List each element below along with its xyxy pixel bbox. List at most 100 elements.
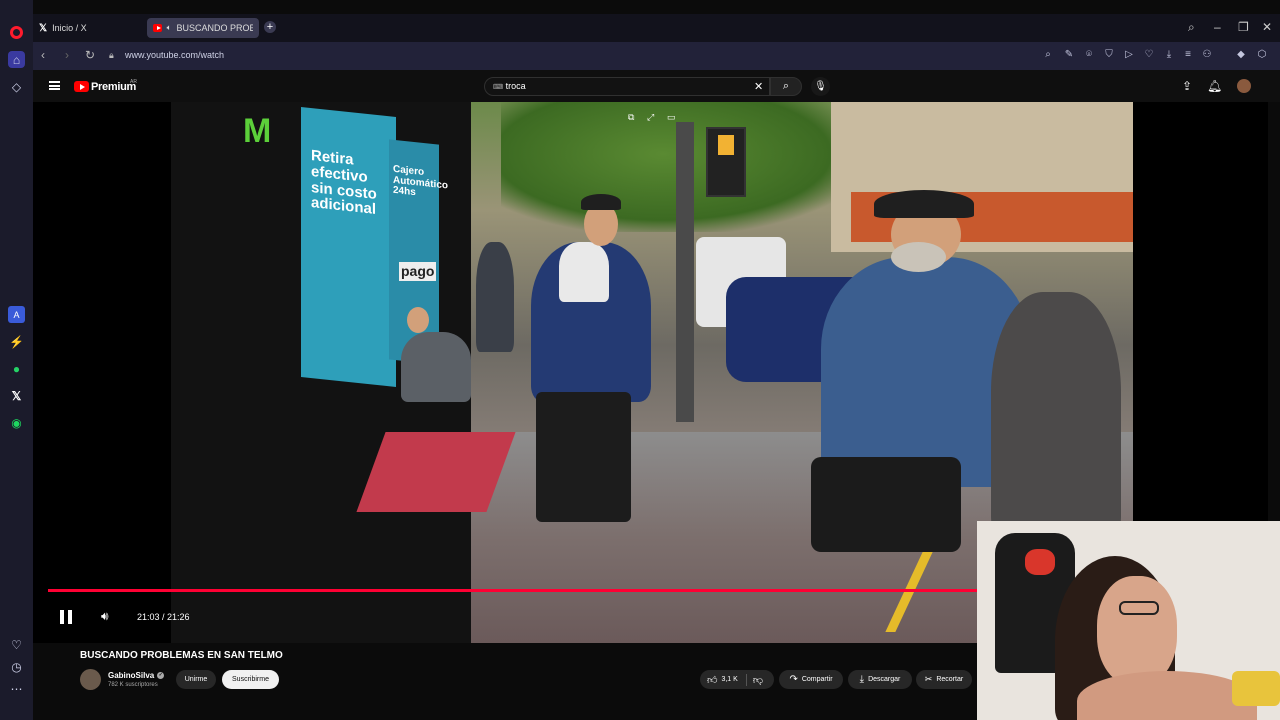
play-icon[interactable]: ▷ — [1123, 49, 1135, 61]
traffic-pole — [676, 122, 694, 422]
download-label: Descargar — [868, 676, 901, 683]
share-label: Compartir — [801, 676, 833, 683]
youtube-header: Premium AR ⌨ troca ✕ ⌕ 🎙︎ ⇪ 🔔︎ — [33, 70, 1280, 102]
download-button[interactable]: ⤓ Descargar — [848, 670, 912, 689]
man-background — [476, 242, 514, 352]
back-icon[interactable]: ‹ — [41, 48, 45, 62]
aria-icon[interactable]: A — [8, 306, 25, 323]
subscribe-button[interactable]: Suscribirme — [222, 670, 279, 689]
towel — [559, 242, 609, 302]
tab-x[interactable]: 𝕏 Inicio / X — [33, 18, 93, 38]
x-app-icon[interactable]: 𝕏 — [8, 387, 25, 404]
url-field[interactable]: www.youtube.com/watch — [125, 50, 224, 60]
whatsapp-icon[interactable]: ● — [8, 360, 25, 377]
video-title: BUSCANDO PROBLEMAS EN SAN TELMO — [80, 650, 283, 661]
pause-icon[interactable] — [60, 610, 72, 624]
clear-search-icon[interactable]: ✕ — [754, 80, 763, 93]
new-tab-button[interactable]: + — [264, 21, 276, 33]
bearded-man-cap — [874, 190, 974, 218]
history-icon[interactable]: ◷ — [8, 658, 25, 675]
camera-icon[interactable]: ⌾ — [1083, 49, 1095, 61]
keyboard-icon[interactable]: ⌨ — [493, 84, 503, 91]
reload-icon[interactable]: ↻ — [85, 48, 95, 62]
divider — [745, 673, 747, 686]
atm-sign: Retira efectivo sin costo adicional — [301, 107, 396, 387]
notifications-bell-icon[interactable]: 🔔︎ — [1207, 79, 1222, 93]
like-dislike-group: 👍︎ 3,1 K 👎︎ — [700, 670, 774, 689]
download-icon[interactable]: ⤓ — [1163, 49, 1175, 61]
sign-main-text: Retira efectivo sin costo adicional — [311, 147, 377, 219]
verified-check-icon: ✓ — [157, 672, 165, 680]
like-count[interactable]: 3,1 K — [721, 676, 737, 683]
young-man-cap — [581, 194, 621, 210]
region-code: AR — [130, 79, 137, 85]
tab-bar: 𝕏 Inicio / X 🔈︎ BUSCANDO PROBLEM + ⌕ – ❐… — [33, 14, 1280, 42]
share-icon: ↷ — [789, 674, 798, 685]
miniplayer-icon[interactable]: ⧉ — [628, 112, 634, 123]
messenger-icon[interactable]: ⚡ — [8, 333, 25, 350]
bearded-man-shorts — [811, 457, 961, 552]
speaker-icon[interactable]: 🔈︎ — [167, 23, 172, 33]
subscriber-count: 782 K suscriptores — [108, 682, 158, 688]
sign-pago-text: pago — [399, 262, 437, 281]
close-window-icon[interactable]: ✕ — [1262, 20, 1272, 34]
address-bar: ‹ › ↻ 🔒︎ www.youtube.com/watch ⌕ ✎ ⌾ ⛉ ▷… — [33, 42, 1280, 70]
vpn-icon[interactable]: ◆ — [1235, 49, 1247, 61]
streamer-shoulder — [1077, 671, 1257, 720]
restore-icon[interactable]: ❐ — [1238, 20, 1249, 34]
chair-logo-icon — [1025, 549, 1055, 575]
shield-icon[interactable]: ⛉ — [1103, 49, 1115, 61]
woman-background — [991, 292, 1121, 542]
camera-overlay-icon[interactable]: ▭ — [667, 112, 676, 123]
home-icon[interactable]: ⌂ — [8, 51, 25, 68]
opera-sidebar: ⌂ ◇ A ⚡ ● 𝕏 ◉ ♡ ◷ ⋯ — [0, 0, 33, 720]
spotify-icon[interactable]: ◉ — [8, 414, 25, 431]
channel-avatar[interactable] — [80, 669, 101, 690]
account-avatar[interactable] — [1237, 79, 1251, 93]
hamburger-menu-icon[interactable] — [49, 81, 60, 90]
search-button[interactable]: ⌕ — [770, 77, 802, 96]
traffic-light — [706, 127, 746, 197]
profile-icon[interactable]: ⚇ — [1201, 49, 1213, 61]
heart-icon[interactable]: ♡ — [8, 636, 25, 653]
download-icon: ⤓ — [859, 674, 865, 685]
beard — [891, 242, 946, 272]
extensions-icon[interactable]: ⬡ — [1256, 49, 1268, 61]
menu-lines-icon[interactable]: ≡ — [1182, 49, 1194, 61]
minimize-icon[interactable]: – — [1214, 20, 1221, 34]
bookmark-heart-icon[interactable]: ♡ — [1143, 49, 1155, 61]
x-logo-icon: 𝕏 — [39, 22, 48, 34]
scissors-icon: ✂ — [924, 674, 933, 684]
tab-label: Inicio / X — [52, 23, 87, 33]
share-button[interactable]: ↷ Compartir — [779, 670, 843, 689]
screen: ⌂ ◇ A ⚡ ● 𝕏 ◉ ♡ ◷ ⋯ 𝕏 Inicio / X 🔈︎ BUSC… — [0, 0, 1280, 720]
mic-icon[interactable]: 🎙︎ — [811, 77, 830, 96]
opera-logo-icon[interactable] — [10, 26, 23, 39]
yellow-object — [1232, 671, 1280, 706]
webcam-overlay — [977, 521, 1280, 720]
pinboard-icon[interactable]: ◇ — [8, 78, 25, 95]
lock-icon[interactable]: 🔒︎ — [109, 50, 114, 61]
search-page-icon[interactable]: ⌕ — [1042, 49, 1054, 61]
sitting-man-head — [407, 307, 429, 333]
search-query: troca — [505, 81, 526, 91]
more-icon[interactable]: ⋯ — [8, 680, 25, 697]
channel-name[interactable]: GabinoSilva ✓ — [108, 671, 165, 680]
streamer-face — [1097, 576, 1177, 686]
clip-label: Recortar — [936, 676, 964, 683]
youtube-favicon-icon — [153, 24, 162, 32]
forward-icon[interactable]: › — [65, 48, 69, 62]
upload-icon[interactable]: ⇪ — [1182, 79, 1192, 93]
dislike-icon[interactable]: 👎︎ — [753, 674, 763, 686]
clip-button[interactable]: ✂ Recortar — [916, 670, 972, 689]
tab-youtube[interactable]: 🔈︎ BUSCANDO PROBLEM — [147, 18, 259, 38]
volume-icon[interactable]: 🔊︎ — [101, 609, 109, 624]
join-button[interactable]: Unirme — [176, 670, 216, 689]
edit-icon[interactable]: ✎ — [1063, 49, 1075, 61]
search-input[interactable]: ⌨ troca — [484, 77, 770, 96]
share-overlay-icon[interactable]: ⤢ — [647, 112, 654, 123]
youtube-logo-icon[interactable] — [74, 81, 89, 92]
like-icon[interactable]: 👍︎ — [707, 674, 717, 686]
channel-name-text: GabinoSilva — [108, 671, 155, 680]
search-tabs-icon[interactable]: ⌕ — [1188, 20, 1195, 35]
